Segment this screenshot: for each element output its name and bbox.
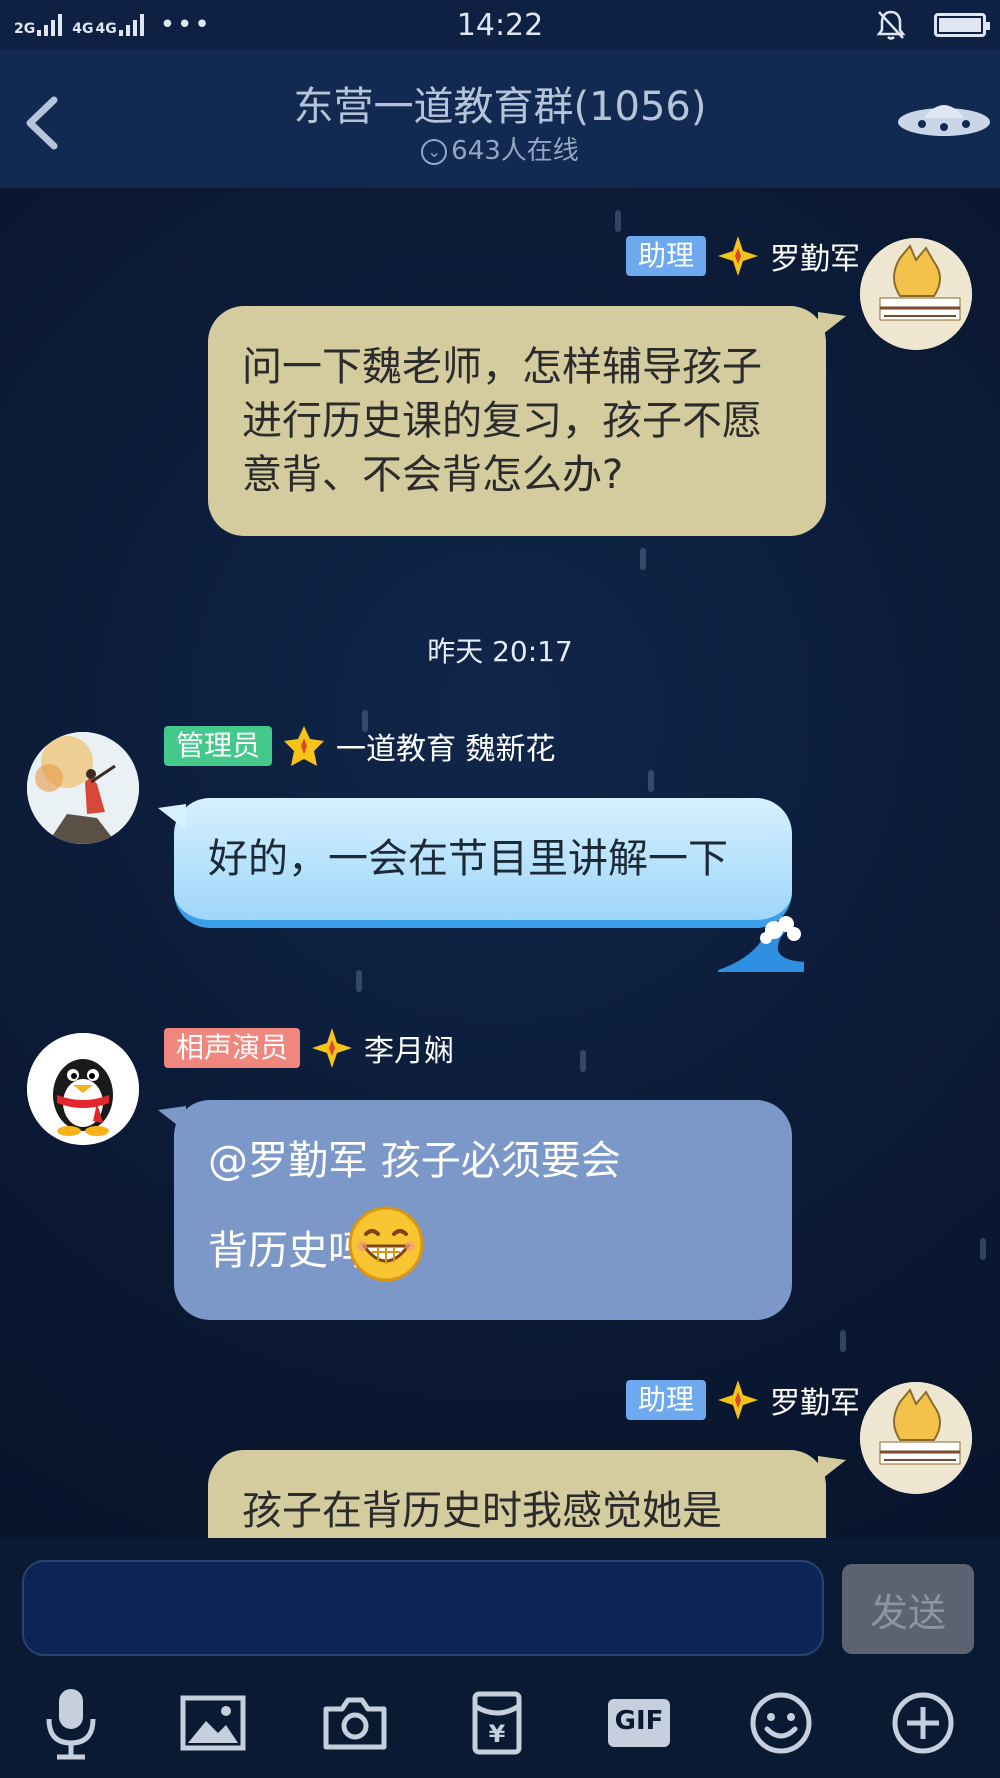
- svg-text:¥: ¥: [489, 1720, 506, 1748]
- plus-icon[interactable]: [878, 1678, 968, 1768]
- gif-label: GIF: [614, 1706, 664, 1736]
- bubble-tail: [818, 312, 846, 338]
- avatar[interactable]: [27, 1033, 139, 1145]
- microphone-icon[interactable]: [26, 1678, 116, 1768]
- red-packet-icon[interactable]: ¥: [452, 1678, 542, 1768]
- message-bubble[interactable]: @罗勤军 孩子必须要会背历史吗？: [174, 1100, 792, 1320]
- online-count[interactable]: ⌄ 643人在线: [0, 130, 1000, 167]
- role-badge: 相声演员: [164, 1028, 301, 1068]
- star-icon: [312, 1028, 353, 1068]
- clock: 14:22: [456, 7, 544, 43]
- message-bubble[interactable]: 好的，一会在节目里讲解一下: [174, 798, 792, 928]
- online-label: 643人在线: [451, 136, 579, 166]
- bubble-tail: [818, 1456, 846, 1482]
- image-icon[interactable]: [168, 1678, 258, 1768]
- message-list[interactable]: 助理 罗勤军 问一下魏老师，怎样辅导孩子进行历史课的复习，孩子不愿意背、不会背怎…: [0, 188, 1000, 1538]
- network-4g: 4G 4G: [72, 14, 144, 36]
- message-meta: 助理 罗勤军: [625, 1378, 860, 1422]
- bubble-tail: [158, 1106, 186, 1132]
- network-2g: 2G: [14, 14, 63, 36]
- grinning-face-icon: [348, 1206, 424, 1282]
- status-left: 2G 4G 4G •••: [14, 10, 344, 40]
- message-meta: 相声演员 李月娴: [164, 1026, 454, 1070]
- chevron-down-icon: ⌄: [421, 139, 448, 165]
- send-button[interactable]: 发送: [842, 1564, 974, 1654]
- avatar[interactable]: [860, 238, 972, 350]
- sender-name[interactable]: 李月娴: [364, 1026, 454, 1070]
- message-text: 孩子在背历史时我感觉她是: [242, 1488, 722, 1534]
- ufo-icon[interactable]: [894, 88, 994, 148]
- signal-icon: [37, 14, 63, 36]
- star-icon: [284, 726, 325, 766]
- status-bar: 2G 4G 4G ••• 14:22: [0, 0, 1000, 50]
- message-text: 好的，一会在节目里讲解一下: [208, 836, 728, 882]
- message-meta: 管理员 一道教育 魏新花: [164, 724, 556, 768]
- role-badge: 管理员: [164, 726, 273, 766]
- group-title[interactable]: 东营一道教育群(1056): [0, 74, 1000, 132]
- wave-decoration-icon: [718, 916, 804, 972]
- role-badge: 助理: [625, 1380, 706, 1420]
- composer: 发送 ¥ GIF: [0, 1538, 1000, 1778]
- gif-icon[interactable]: GIF: [594, 1678, 684, 1768]
- sender-name[interactable]: 罗勤军: [770, 1378, 860, 1422]
- message-input[interactable]: [22, 1560, 824, 1656]
- message-meta: 助理 罗勤军: [625, 234, 860, 278]
- status-right: [656, 9, 990, 41]
- role-badge: 助理: [625, 236, 706, 276]
- emoji-icon[interactable]: [736, 1678, 826, 1768]
- avatar[interactable]: [27, 732, 139, 844]
- bell-off-icon: [876, 10, 906, 40]
- camera-icon[interactable]: [310, 1678, 400, 1768]
- composer-toolbar: ¥ GIF: [0, 1678, 1000, 1778]
- message-bubble[interactable]: 问一下魏老师，怎样辅导孩子进行历史课的复习，孩子不愿意背、不会背怎么办?: [208, 306, 826, 536]
- star-icon: [718, 1380, 758, 1420]
- timestamp: 昨天 20:17: [427, 635, 573, 668]
- sender-name[interactable]: 罗勤军: [770, 234, 860, 278]
- sender-name[interactable]: 一道教育 魏新花: [336, 724, 556, 768]
- avatar[interactable]: [860, 1382, 972, 1494]
- battery-icon: [934, 13, 990, 37]
- signal-icon: [118, 14, 144, 36]
- star-icon: [718, 236, 758, 276]
- message-text: 问一下魏老师，怎样辅导孩子进行历史课的复习，孩子不愿意背、不会背怎么办?: [242, 344, 762, 498]
- more-status: •••: [159, 10, 212, 40]
- chat-header: 东营一道教育群(1056) ⌄ 643人在线: [0, 50, 1000, 188]
- message-bubble[interactable]: 孩子在背历史时我感觉她是: [208, 1450, 826, 1538]
- bubble-tail: [158, 804, 186, 830]
